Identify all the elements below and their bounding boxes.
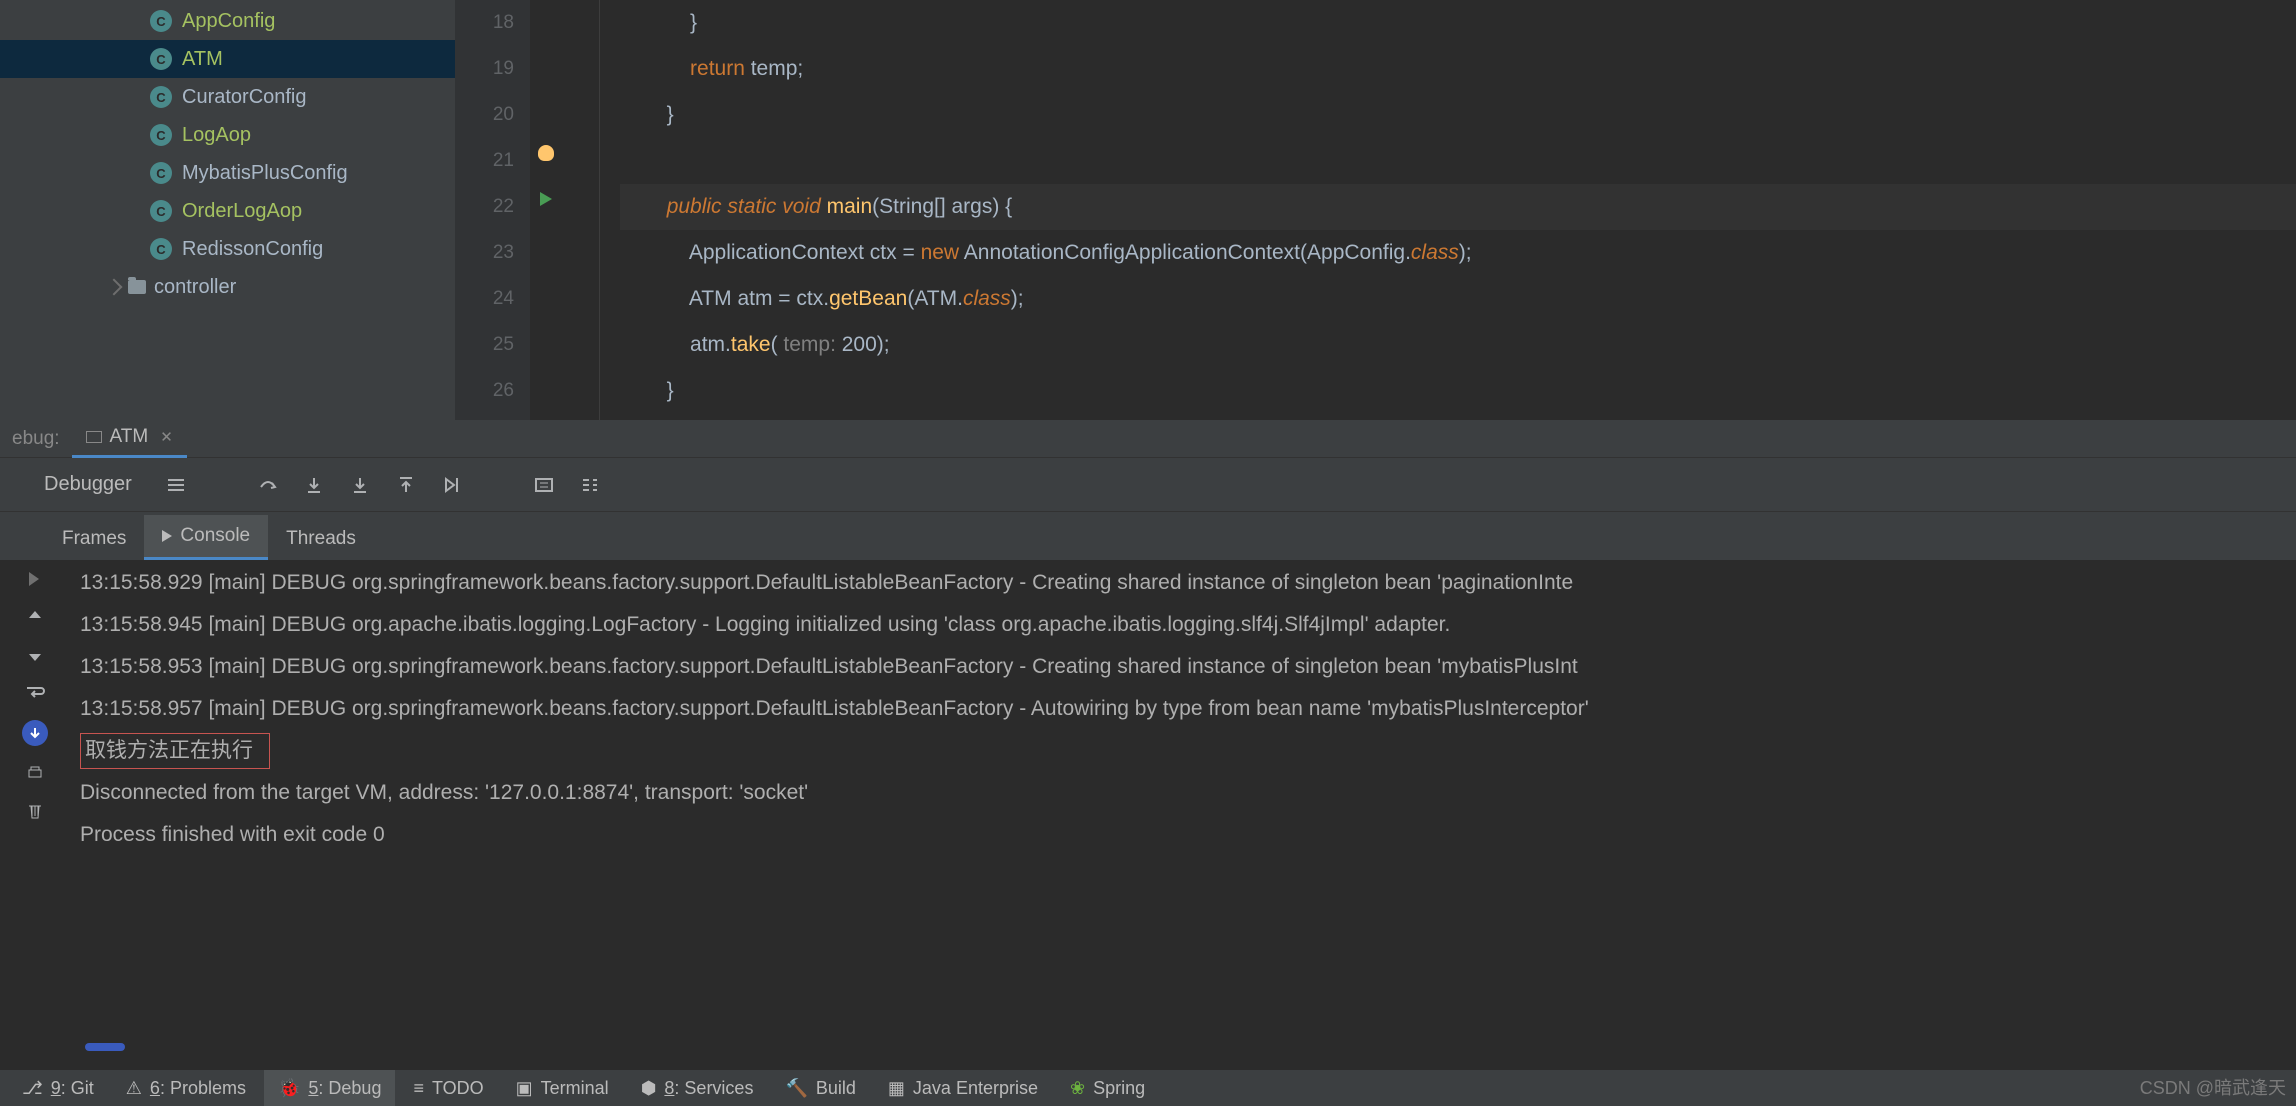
trace-icon[interactable] <box>580 475 600 495</box>
console-output[interactable]: 13:15:58.929 [main] DEBUG org.springfram… <box>70 560 2296 856</box>
tree-item-curatorconfig[interactable]: CCuratorConfig <box>0 78 455 116</box>
git-tool-window[interactable]: ⎇9: Git <box>8 1070 108 1106</box>
project-tree[interactable]: CAppConfig CATM CCuratorConfig CLogAop C… <box>0 0 455 420</box>
debugger-label: Debugger <box>44 473 132 496</box>
console-tab[interactable]: Console <box>144 515 268 560</box>
tree-item-orderlogaop[interactable]: COrderLogAop <box>0 192 455 230</box>
code-area[interactable]: } return temp; } public static void main… <box>600 0 2296 420</box>
terminal-tool-window[interactable]: ▣Terminal <box>502 1070 623 1106</box>
services-icon: ⬢ <box>641 1078 657 1099</box>
clear-icon[interactable] <box>24 800 46 822</box>
run-to-cursor-icon[interactable] <box>442 475 462 495</box>
debug-label: ebug: <box>0 428 72 450</box>
line-number-gutter[interactable]: 18 19 20 21 22 23 24 25 26 <box>455 0 530 420</box>
enterprise-icon: ▦ <box>888 1078 905 1099</box>
class-icon: C <box>150 124 172 146</box>
class-icon: C <box>150 86 172 108</box>
spring-tool-window[interactable]: ❀Spring <box>1056 1070 1159 1106</box>
spring-icon: ❀ <box>1070 1078 1085 1099</box>
chevron-right-icon <box>106 279 123 296</box>
play-icon <box>162 530 172 542</box>
step-out-icon[interactable] <box>396 475 416 495</box>
console-toolbar <box>0 560 70 856</box>
fold-column[interactable] <box>570 0 600 420</box>
tree-item-logaop[interactable]: CLogAop <box>0 116 455 154</box>
debug-session-tab[interactable]: ATM ✕ <box>72 420 187 458</box>
scroll-thumb[interactable] <box>85 1043 125 1051</box>
frames-tab[interactable]: Frames <box>44 518 144 560</box>
bottom-toolbar: ⎇9: Git ⚠6: Problems 🐞5: Debug ≡TODO ▣Te… <box>0 1070 2296 1106</box>
class-icon: C <box>150 48 172 70</box>
services-tool-window[interactable]: ⬢8: Services <box>627 1070 768 1106</box>
run-gutter-icon[interactable] <box>540 192 552 206</box>
threads-tab[interactable]: Threads <box>268 518 374 560</box>
debug-tab-bar: ebug: ATM ✕ <box>0 420 2296 458</box>
class-icon: C <box>150 238 172 260</box>
folder-icon <box>128 280 146 294</box>
build-tool-window[interactable]: 🔨Build <box>771 1070 869 1106</box>
down-stack-icon[interactable] <box>24 644 46 666</box>
watermark: CSDN @暗武逢天 <box>2140 1074 2286 1100</box>
hammer-icon: 🔨 <box>785 1078 807 1099</box>
layout-icon[interactable] <box>166 475 186 495</box>
tree-folder-controller[interactable]: controller <box>0 268 455 306</box>
up-stack-icon[interactable] <box>24 606 46 628</box>
debug-sub-tabs: Frames Console Threads <box>0 512 2296 560</box>
step-into-icon[interactable] <box>304 475 324 495</box>
tree-item-redissonconfig[interactable]: CRedissonConfig <box>0 230 455 268</box>
force-step-into-icon[interactable] <box>350 475 370 495</box>
problems-tool-window[interactable]: ⚠6: Problems <box>112 1070 260 1106</box>
tree-item-atm[interactable]: CATM <box>0 40 455 78</box>
step-over-icon[interactable] <box>258 475 278 495</box>
gutter-icons <box>530 0 570 420</box>
debug-tool-window[interactable]: 🐞5: Debug <box>264 1070 395 1106</box>
tree-item-appconfig[interactable]: CAppConfig <box>0 2 455 40</box>
bug-icon: 🐞 <box>278 1078 300 1099</box>
class-icon: C <box>150 200 172 222</box>
highlighted-output: 取钱方法正在执行 <box>80 733 270 769</box>
application-icon <box>86 431 102 443</box>
intention-bulb-icon[interactable] <box>538 145 554 161</box>
debugger-toolbar: Debugger <box>0 458 2296 512</box>
todo-tool-window[interactable]: ≡TODO <box>399 1070 497 1106</box>
git-branch-icon: ⎇ <box>22 1078 43 1099</box>
debug-panel: ebug: ATM ✕ Debugger Frames Console Thre… <box>0 420 2296 856</box>
warning-icon: ⚠ <box>126 1078 142 1099</box>
terminal-icon: ▣ <box>516 1078 533 1099</box>
resume-icon[interactable] <box>24 568 46 590</box>
close-icon[interactable]: ✕ <box>160 428 173 446</box>
class-icon: C <box>150 10 172 32</box>
soft-wrap-icon[interactable] <box>24 682 46 704</box>
scroll-to-end-icon[interactable] <box>22 720 48 746</box>
tree-item-mybatisplusconfig[interactable]: CMybatisPlusConfig <box>0 154 455 192</box>
javaee-tool-window[interactable]: ▦Java Enterprise <box>874 1070 1052 1106</box>
evaluate-expression-icon[interactable] <box>534 475 554 495</box>
list-icon: ≡ <box>413 1078 424 1099</box>
class-icon: C <box>150 162 172 184</box>
print-icon[interactable] <box>24 762 46 784</box>
code-editor[interactable]: 18 19 20 21 22 23 24 25 26 } return temp… <box>455 0 2296 420</box>
